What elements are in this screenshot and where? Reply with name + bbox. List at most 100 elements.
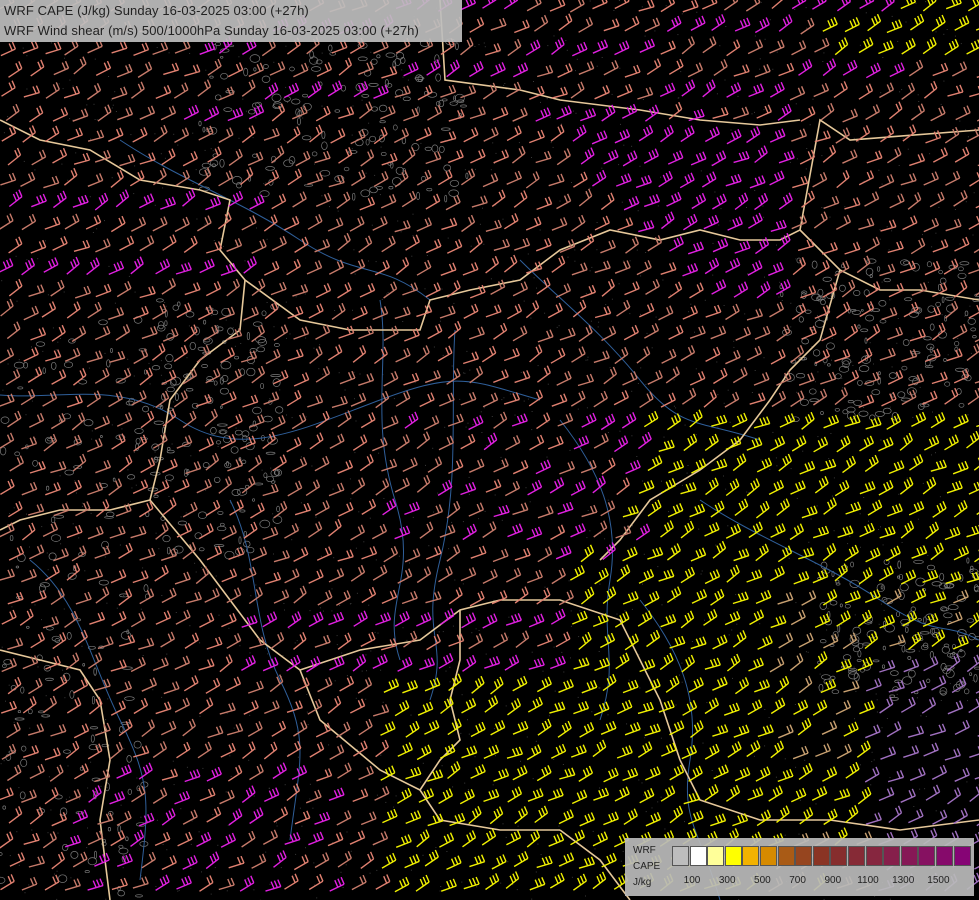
relief-dot bbox=[412, 213, 414, 215]
relief-dot bbox=[490, 169, 492, 171]
relief-dot bbox=[561, 651, 563, 653]
relief-dot bbox=[723, 305, 725, 306]
map-canvas[interactable] bbox=[0, 0, 979, 900]
relief-dot bbox=[204, 223, 206, 225]
relief-dot bbox=[879, 229, 881, 231]
relief-dot bbox=[746, 491, 748, 493]
relief-dot bbox=[550, 142, 552, 144]
relief-dot bbox=[579, 610, 581, 612]
relief-dot bbox=[759, 623, 761, 625]
relief-dot bbox=[901, 89, 903, 91]
relief-dot bbox=[50, 42, 52, 44]
relief-dot bbox=[345, 864, 347, 866]
relief-dot bbox=[459, 398, 461, 400]
relief-dot bbox=[631, 145, 633, 147]
relief-dot bbox=[252, 106, 254, 108]
relief-dot bbox=[217, 446, 219, 447]
relief-dot bbox=[393, 398, 395, 400]
relief-dot bbox=[369, 872, 371, 874]
relief-dot bbox=[631, 435, 633, 437]
relief-dot bbox=[31, 346, 32, 348]
relief-dot bbox=[72, 523, 74, 525]
relief-dot bbox=[537, 843, 539, 845]
relief-dot bbox=[943, 33, 945, 35]
relief-dot bbox=[810, 518, 812, 520]
relief-dot bbox=[719, 45, 721, 47]
relief-dot bbox=[234, 468, 236, 470]
relief-dot bbox=[912, 416, 914, 418]
relief-dot bbox=[544, 312, 546, 314]
relief-dot bbox=[377, 632, 379, 634]
relief-dot bbox=[0, 763, 2, 765]
relief-dot bbox=[215, 575, 217, 577]
relief-dot bbox=[16, 831, 18, 833]
relief-dot bbox=[817, 371, 819, 373]
relief-dot bbox=[172, 760, 174, 762]
relief-dot bbox=[616, 613, 618, 615]
relief-dot bbox=[192, 132, 194, 134]
relief-dot bbox=[221, 368, 223, 370]
relief-dot bbox=[898, 493, 900, 495]
relief-dot bbox=[876, 699, 878, 701]
relief-dot bbox=[91, 430, 93, 432]
relief-dot bbox=[480, 411, 482, 413]
relief-dot bbox=[831, 495, 833, 497]
relief-dot bbox=[674, 598, 676, 600]
relief-dot bbox=[131, 487, 133, 489]
relief-dot bbox=[111, 107, 113, 109]
relief-dot bbox=[720, 208, 722, 210]
relief-dot bbox=[162, 844, 164, 845]
relief-dot bbox=[287, 101, 288, 103]
relief-dot bbox=[567, 256, 569, 258]
relief-dot bbox=[461, 881, 463, 883]
relief-dot bbox=[306, 694, 308, 695]
relief-dot bbox=[533, 81, 534, 82]
relief-dot bbox=[449, 681, 451, 683]
relief-dot bbox=[796, 158, 798, 160]
relief-dot bbox=[772, 68, 774, 70]
relief-dot bbox=[764, 276, 765, 278]
relief-dot bbox=[575, 70, 576, 72]
relief-dot bbox=[822, 61, 824, 62]
relief-dot bbox=[298, 124, 300, 126]
relief-dot bbox=[569, 449, 571, 451]
relief-dot bbox=[366, 670, 367, 672]
legend-tick-label: 700 bbox=[789, 875, 806, 886]
relief-dot bbox=[735, 594, 737, 596]
legend-tick-label: 1300 bbox=[892, 875, 915, 886]
relief-dot bbox=[873, 759, 875, 761]
relief-dot bbox=[809, 124, 811, 126]
relief-dot bbox=[953, 688, 955, 689]
relief-dot bbox=[553, 758, 555, 760]
relief-dot bbox=[114, 91, 116, 93]
relief-dot bbox=[592, 830, 594, 832]
relief-dot bbox=[486, 444, 488, 446]
relief-dot bbox=[305, 416, 307, 418]
relief-dot bbox=[444, 426, 446, 428]
relief-dot bbox=[119, 544, 121, 546]
relief-dot bbox=[631, 608, 633, 610]
relief-dot bbox=[466, 350, 468, 352]
relief-dot bbox=[433, 346, 435, 348]
relief-dot bbox=[733, 346, 735, 348]
relief-dot bbox=[273, 326, 275, 328]
relief-dot bbox=[22, 47, 24, 49]
relief-dot bbox=[4, 665, 6, 667]
relief-dot bbox=[483, 42, 485, 44]
relief-dot bbox=[509, 393, 511, 395]
relief-dot bbox=[234, 345, 236, 347]
relief-dot bbox=[875, 693, 877, 695]
relief-dot bbox=[353, 249, 355, 251]
relief-dot bbox=[238, 547, 240, 549]
relief-dot bbox=[878, 623, 880, 625]
relief-dot bbox=[223, 551, 225, 553]
relief-dot bbox=[574, 249, 576, 251]
relief-dot bbox=[644, 220, 646, 222]
relief-dot bbox=[354, 398, 355, 400]
relief-dot bbox=[164, 157, 166, 159]
relief-dot bbox=[189, 53, 191, 54]
relief-dot bbox=[476, 886, 478, 888]
relief-dot bbox=[411, 289, 413, 291]
relief-dot bbox=[258, 347, 259, 349]
relief-dot bbox=[804, 759, 806, 761]
